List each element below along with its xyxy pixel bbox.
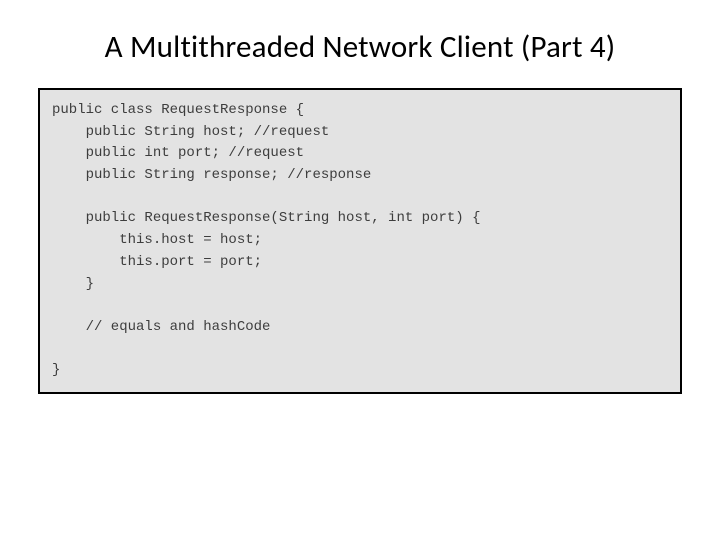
slide-title: A Multithreaded Network Client (Part 4) [0, 0, 720, 80]
code-block: public class RequestResponse { public St… [38, 88, 682, 394]
slide: A Multithreaded Network Client (Part 4) … [0, 0, 720, 540]
code-content: public class RequestResponse { public St… [52, 100, 668, 382]
